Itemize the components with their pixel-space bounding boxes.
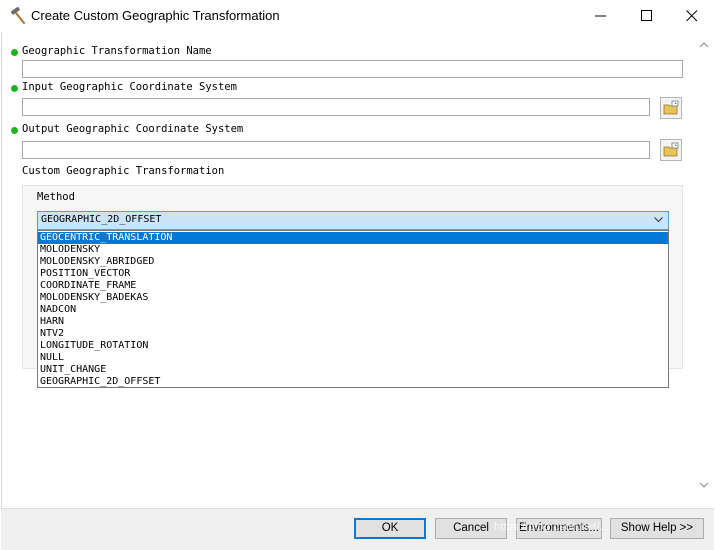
method-dropdown-list: GEOCENTRIC_TRANSLATION MOLODENSKY MOLODENS… xyxy=(37,230,669,388)
chevron-down-icon xyxy=(654,217,663,223)
output-gcs-label: Output Geographic Coordinate System xyxy=(22,123,244,135)
custom-transformation-section-label: Custom Geographic Transformation xyxy=(22,165,225,177)
maximize-button[interactable] xyxy=(624,0,670,32)
method-option[interactable]: POSITION_VECTOR xyxy=(38,268,668,280)
method-option[interactable]: MOLODENSKY_ABRIDGED xyxy=(38,256,668,268)
minimize-button[interactable] xyxy=(578,0,624,32)
scroll-up-icon[interactable] xyxy=(699,41,709,49)
method-option[interactable]: MOLODENSKY_BADEKAS xyxy=(38,292,668,304)
vertical-scrollbar[interactable] xyxy=(694,32,714,508)
window-title: Create Custom Geographic Transformation xyxy=(31,8,280,23)
method-option[interactable]: HARN xyxy=(38,316,668,328)
input-gcs-input[interactable] xyxy=(22,98,650,116)
close-icon xyxy=(686,10,698,22)
transformation-name-input[interactable] xyxy=(22,60,683,78)
method-option[interactable]: LONGITUDE_ROTATION xyxy=(38,340,668,352)
maximize-icon xyxy=(641,10,652,21)
browse-folder-icon xyxy=(663,100,679,115)
method-dropdown[interactable]: GEOGRAPHIC_2D_OFFSET xyxy=(37,211,669,230)
method-option[interactable]: COORDINATE_FRAME xyxy=(38,280,668,292)
environments-button[interactable]: Environments... xyxy=(516,518,602,539)
ok-button[interactable]: OK xyxy=(354,518,426,539)
scroll-down-icon[interactable] xyxy=(699,481,709,489)
method-selected-value: GEOGRAPHIC_2D_OFFSET xyxy=(41,214,162,225)
transformation-name-label: Geographic Transformation Name xyxy=(22,45,212,57)
required-indicator-icon xyxy=(11,85,18,92)
method-option[interactable]: NADCON xyxy=(38,304,668,316)
output-gcs-input[interactable] xyxy=(22,141,650,159)
method-option[interactable]: UNIT_CHANGE xyxy=(38,364,668,376)
method-option[interactable]: GEOCENTRIC_TRANSLATION xyxy=(38,232,668,244)
method-label: Method xyxy=(37,191,75,203)
minimize-icon xyxy=(595,15,606,17)
cancel-button[interactable]: Cancel xyxy=(435,518,507,539)
input-gcs-label: Input Geographic Coordinate System xyxy=(22,81,237,93)
method-option[interactable]: GEOGRAPHIC_2D_OFFSET xyxy=(38,376,668,388)
browse-folder-icon xyxy=(663,142,679,157)
close-button[interactable] xyxy=(669,0,715,32)
method-option[interactable]: NTV2 xyxy=(38,328,668,340)
required-indicator-icon xyxy=(11,49,18,56)
input-gcs-browse-button[interactable] xyxy=(660,97,682,119)
hammer-icon xyxy=(10,7,26,25)
required-indicator-icon xyxy=(11,127,18,134)
output-gcs-browse-button[interactable] xyxy=(660,139,682,161)
show-help-button[interactable]: Show Help >> xyxy=(610,518,704,539)
method-option[interactable]: NULL xyxy=(38,352,668,364)
method-option[interactable]: MOLODENSKY xyxy=(38,244,668,256)
title-bar: Create Custom Geographic Transformation xyxy=(0,0,715,32)
